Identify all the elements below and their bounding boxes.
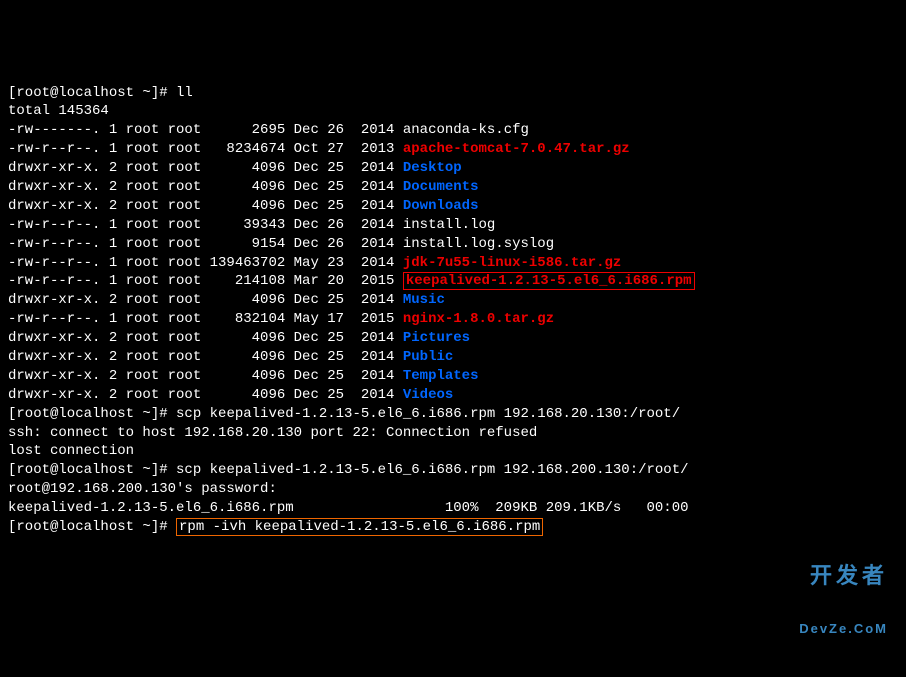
- terminal-line: -rw-------. 1 root root 2695 Dec 26 2014…: [8, 121, 898, 140]
- command: scp keepalived-1.2.13-5.el6_6.i686.rpm 1…: [176, 406, 680, 422]
- shell-prompt: [root@localhost ~]#: [8, 406, 176, 422]
- file-name: Public: [403, 349, 453, 365]
- terminal-line: drwxr-xr-x. 2 root root 4096 Dec 25 2014…: [8, 197, 898, 216]
- file-name: apache-tomcat-7.0.47.tar.gz: [403, 141, 630, 157]
- terminal-line: lost connection: [8, 442, 898, 461]
- shell-prompt: [root@localhost ~]#: [8, 462, 176, 478]
- watermark-subtext: DevZe.CoM: [790, 620, 888, 638]
- terminal-line: [root@localhost ~]# ll: [8, 84, 898, 103]
- terminal-line: drwxr-xr-x. 2 root root 4096 Dec 25 2014…: [8, 291, 898, 310]
- terminal-line: -rw-r--r--. 1 root root 214108 Mar 20 20…: [8, 272, 898, 291]
- terminal-output[interactable]: [root@localhost ~]# lltotal 145364-rw---…: [8, 84, 898, 537]
- file-name: anaconda-ks.cfg: [403, 122, 529, 138]
- terminal-line: drwxr-xr-x. 2 root root 4096 Dec 25 2014…: [8, 329, 898, 348]
- terminal-line: -rw-r--r--. 1 root root 39343 Dec 26 201…: [8, 216, 898, 235]
- file-name: Templates: [403, 368, 479, 384]
- file-name: keepalived-1.2.13-5.el6_6.i686.rpm: [406, 273, 692, 289]
- terminal-line: -rw-r--r--. 1 root root 832104 May 17 20…: [8, 310, 898, 329]
- file-name: Documents: [403, 179, 479, 195]
- terminal-line: keepalived-1.2.13-5.el6_6.i686.rpm 100% …: [8, 499, 898, 518]
- terminal-line: [root@localhost ~]# scp keepalived-1.2.1…: [8, 461, 898, 480]
- file-name: nginx-1.8.0.tar.gz: [403, 311, 554, 327]
- terminal-line: ssh: connect to host 192.168.20.130 port…: [8, 424, 898, 443]
- terminal-line: drwxr-xr-x. 2 root root 4096 Dec 25 2014…: [8, 348, 898, 367]
- terminal-line: root@192.168.200.130's password:: [8, 480, 898, 499]
- file-name: Music: [403, 292, 445, 308]
- command: scp keepalived-1.2.13-5.el6_6.i686.rpm 1…: [176, 462, 688, 478]
- file-name: install.log: [403, 217, 495, 233]
- terminal-line: total 145364: [8, 102, 898, 121]
- command: ll: [176, 85, 193, 101]
- file-name: Downloads: [403, 198, 479, 214]
- file-name: Desktop: [403, 160, 462, 176]
- file-name: Pictures: [403, 330, 470, 346]
- file-name: install.log.syslog: [403, 236, 554, 252]
- terminal-line: drwxr-xr-x. 2 root root 4096 Dec 25 2014…: [8, 159, 898, 178]
- watermark: 开发者 DevZe.CoM: [790, 531, 888, 667]
- terminal-line: [root@localhost ~]# rpm -ivh keepalived-…: [8, 518, 898, 537]
- watermark-text: 开发者: [810, 563, 888, 588]
- file-name: Videos: [403, 387, 453, 403]
- terminal-line: [root@localhost ~]# scp keepalived-1.2.1…: [8, 405, 898, 424]
- highlighted-file: keepalived-1.2.13-5.el6_6.i686.rpm: [403, 272, 695, 290]
- file-name: jdk-7u55-linux-i586.tar.gz: [403, 255, 621, 271]
- shell-prompt: [root@localhost ~]#: [8, 85, 176, 101]
- terminal-line: drwxr-xr-x. 2 root root 4096 Dec 25 2014…: [8, 367, 898, 386]
- shell-prompt: [root@localhost ~]#: [8, 519, 176, 535]
- terminal-line: -rw-r--r--. 1 root root 9154 Dec 26 2014…: [8, 235, 898, 254]
- terminal-line: drwxr-xr-x. 2 root root 4096 Dec 25 2014…: [8, 178, 898, 197]
- terminal-line: drwxr-xr-x. 2 root root 4096 Dec 25 2014…: [8, 386, 898, 405]
- terminal-line: -rw-r--r--. 1 root root 139463702 May 23…: [8, 254, 898, 273]
- terminal-line: -rw-r--r--. 1 root root 8234674 Oct 27 2…: [8, 140, 898, 159]
- highlighted-command: rpm -ivh keepalived-1.2.13-5.el6_6.i686.…: [176, 518, 543, 536]
